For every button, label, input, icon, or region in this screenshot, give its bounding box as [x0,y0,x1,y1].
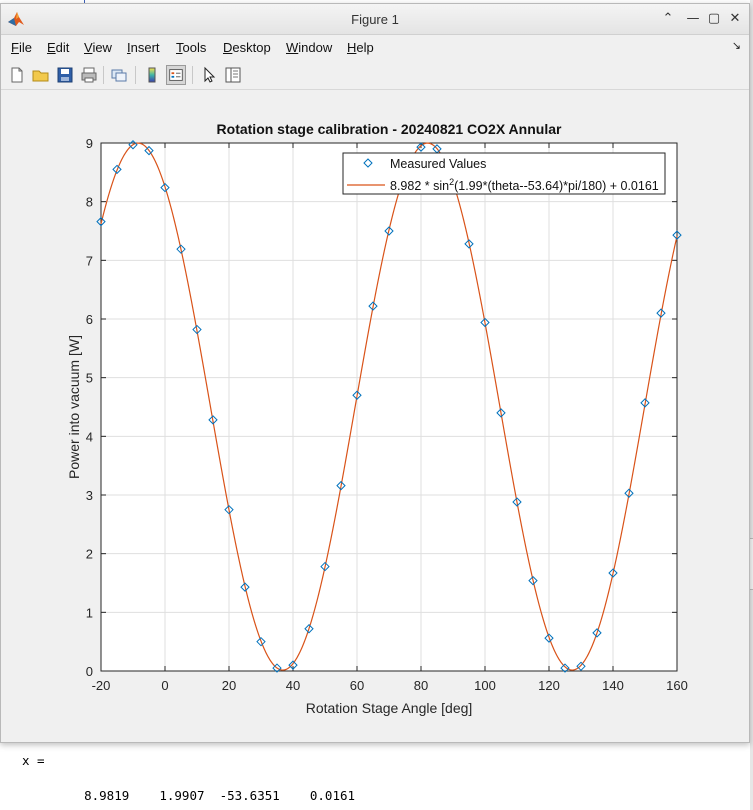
print-icon[interactable] [79,65,99,85]
maximize-button[interactable]: ▢ [706,11,722,27]
y-tick-label: 7 [86,253,93,268]
save-icon[interactable] [55,65,75,85]
legend-label-measured: Measured Values [390,157,486,171]
menu-file[interactable]: File [11,40,32,55]
command-output-values: 8.9819 1.9907 -53.6351 0.0161 [54,788,356,803]
x-tick-label: 160 [666,678,688,693]
toolbar-separator [103,66,104,84]
x-tick-label: -20 [92,678,111,693]
y-tick-label: 1 [86,605,93,620]
y-tick-label: 0 [86,664,93,679]
minimize-button[interactable]: — [685,11,701,27]
collapse-ribbon-button[interactable]: ⌃ [660,11,676,27]
x-axis-label: Rotation Stage Angle [deg] [306,700,473,716]
plot-area [101,143,677,671]
chart-title: Rotation stage calibration - 20240821 CO… [217,121,562,137]
y-tick-label: 6 [86,312,93,327]
x-tick-label: 140 [602,678,624,693]
y-tick-label: 8 [86,195,93,210]
plot-axes[interactable]: -20 0 20 40 60 80 100 120 140 1600123456789Rotati… [1,90,749,742]
x-tick-label: 80 [414,678,428,693]
legend-icon[interactable] [166,65,186,85]
command-window[interactable]: x = 8.9819 1.9907 -53.6351 0.0161 [0,745,750,810]
edit-plot-icon[interactable] [199,65,219,85]
link-plot-icon[interactable] [109,65,129,85]
menu-desktop[interactable]: Desktop [223,40,271,55]
property-inspector-icon[interactable] [223,65,243,85]
x-tick-label: 40 [286,678,300,693]
x-tick-label: 20 [222,678,236,693]
y-tick-label: 4 [86,429,93,444]
legend-label-fit: 8.982 * sin2(1.99*(theta--53.64)*pi/180)… [390,177,659,193]
figure-window: Figure 1 ⌃ — ▢ ✕ File Edit View Insert T… [0,3,750,743]
figure-toolbar [1,61,749,90]
x-tick-label: 120 [538,678,560,693]
x-tick-label: 60 [350,678,364,693]
menu-edit[interactable]: Edit [47,40,69,55]
window-title: Figure 1 [351,12,399,27]
x-tick-label: 100 [474,678,496,693]
x-tick-label: 0 [161,678,168,693]
menu-help[interactable]: Help [347,40,374,55]
dock-figure-icon[interactable]: ↘ [732,39,741,52]
colorbar-icon[interactable] [142,65,162,85]
y-tick-label: 9 [86,136,93,151]
open-file-icon[interactable] [31,65,51,85]
menu-insert[interactable]: Insert [127,40,160,55]
toolbar-separator [192,66,193,84]
figure-canvas[interactable]: -20 0 20 40 60 80 100 120 140 160 0 1 2 3 4 5 6 7 8 9 Rotati… [1,90,749,742]
y-tick-label: 3 [86,488,93,503]
command-output-variable: x = [22,753,45,768]
toolbar-separator [135,66,136,84]
y-tick-label: 2 [86,547,93,562]
menu-tools[interactable]: Tools [176,40,206,55]
menu-bar: File Edit View Insert Tools Desktop Wind… [1,35,749,59]
y-axis-label: Power into vacuum [W] [66,335,82,479]
menu-window[interactable]: Window [286,40,332,55]
y-tick-label: 5 [86,371,93,386]
close-button[interactable]: ✕ [727,11,743,27]
menu-view[interactable]: View [84,40,112,55]
title-bar[interactable]: Figure 1 ⌃ — ▢ ✕ [1,4,749,35]
new-figure-icon[interactable] [7,65,27,85]
